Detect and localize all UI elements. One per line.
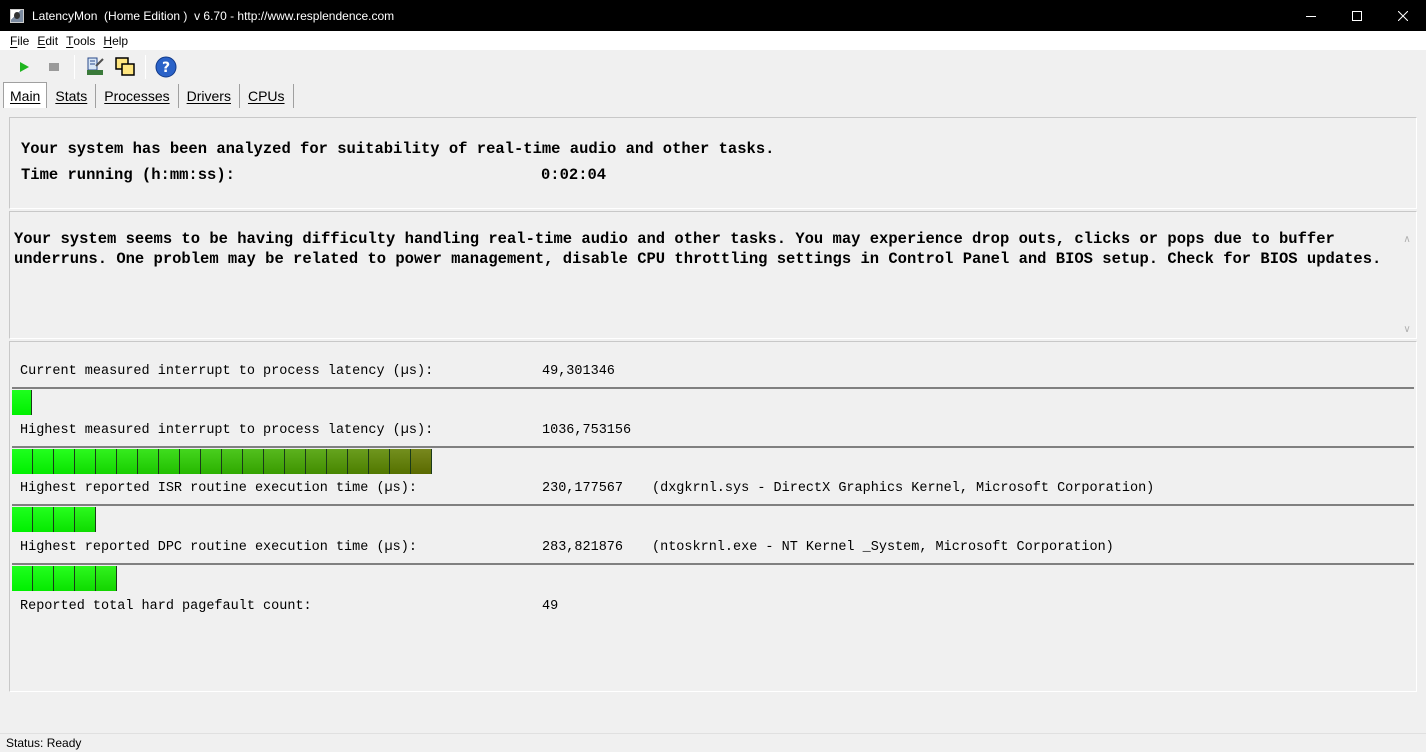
bar-segment: [12, 449, 33, 474]
bar-segment: [33, 566, 54, 591]
bar-segment: [159, 449, 180, 474]
dpc-time-label: Highest reported DPC routine execution t…: [20, 540, 417, 555]
bar-segment: [285, 449, 306, 474]
tab-main[interactable]: Main: [3, 82, 48, 108]
close-icon[interactable]: [1380, 0, 1426, 31]
menu-bar: File Edit Tools Help: [0, 31, 1426, 51]
window-title: LatencyMon (Home Edition ) v 6.70 - http…: [32, 8, 395, 23]
bar-segment: [306, 449, 327, 474]
toolbar-separator: [74, 55, 75, 79]
bar-segment: [54, 507, 75, 532]
help-icon[interactable]: ?: [154, 55, 178, 79]
stats-panel: Current measured interrupt to process la…: [9, 341, 1417, 692]
menu-edit-rest: dit: [45, 33, 59, 48]
bar-segment: [201, 449, 222, 474]
bar-fill: [12, 507, 96, 532]
scroll-up-icon[interactable]: ∧: [1401, 234, 1413, 245]
current-latency-value: 49,301346: [542, 364, 615, 379]
menu-tools-key: T: [66, 33, 74, 48]
bar-segment: [222, 449, 243, 474]
minimize-icon[interactable]: [1288, 0, 1334, 31]
bar-segment: [75, 566, 96, 591]
isr-time-value: 230,177567: [542, 481, 624, 496]
bar-segment: [96, 449, 117, 474]
driver-icon[interactable]: [83, 55, 107, 79]
summary-panel: Your system has been analyzed for suitab…: [9, 117, 1417, 209]
menu-file[interactable]: File: [6, 34, 33, 48]
bar-segment: [117, 449, 138, 474]
dpc-driver: (ntoskrnl.exe - NT Kernel _System, Micro…: [652, 540, 1114, 555]
bar-segment: [243, 449, 264, 474]
pagefault-value: 49: [542, 599, 559, 614]
bar-segment: [411, 449, 432, 474]
window-controls: [1288, 0, 1426, 31]
status-text: Status: Ready: [6, 736, 82, 750]
tab-cpus[interactable]: CPUs: [240, 84, 294, 108]
bar-segment: [75, 507, 96, 532]
menu-tools[interactable]: Tools: [62, 34, 99, 48]
stop-icon[interactable]: [42, 55, 66, 79]
tab-stats[interactable]: Stats: [47, 84, 97, 108]
bar-fill: [12, 390, 32, 415]
current-latency-bar: [12, 387, 1414, 415]
menu-tools-rest: ools: [73, 33, 96, 48]
bar-segment: [33, 507, 54, 532]
menu-help-key: H: [103, 33, 113, 48]
menu-help[interactable]: Help: [99, 34, 132, 48]
analysis-line: Your system has been analyzed for suitab…: [21, 140, 775, 158]
bar-segment: [180, 449, 201, 474]
conclusion-panel: Your system seems to be having difficult…: [9, 211, 1417, 339]
svg-text:?: ?: [162, 60, 170, 76]
tab-bar: Main Stats Processes Drivers CPUs: [3, 82, 294, 108]
bar-segment: [327, 449, 348, 474]
bar-segment: [75, 449, 96, 474]
menu-edit[interactable]: Edit: [33, 34, 62, 48]
isr-driver: (dxgkrnl.sys - DirectX Graphics Kernel, …: [652, 481, 1155, 496]
bar-segment: [369, 449, 390, 474]
conclusion-text: Your system seems to be having difficult…: [14, 230, 1382, 268]
toolbar: ?: [0, 52, 1426, 82]
isr-time-label: Highest reported ISR routine execution t…: [20, 481, 417, 496]
status-bar: Status: Ready: [0, 733, 1426, 752]
menu-help-rest: elp: [112, 33, 129, 48]
scroll-down-icon[interactable]: ∨: [1401, 324, 1413, 335]
cpu-windows-icon[interactable]: [113, 55, 137, 79]
bar-segment: [54, 566, 75, 591]
tab-processes[interactable]: Processes: [96, 84, 179, 108]
time-running-label: Time running (h:mm:ss):: [21, 166, 235, 184]
tab-drivers[interactable]: Drivers: [179, 84, 240, 108]
pagefault-label: Reported total hard pagefault count:: [20, 599, 312, 614]
title-bar: LatencyMon (Home Edition ) v 6.70 - http…: [0, 0, 1426, 31]
bar-segment: [138, 449, 159, 474]
play-icon[interactable]: [12, 55, 36, 79]
bar-segment: [12, 507, 33, 532]
highest-latency-value: 1036,753156: [542, 423, 632, 438]
highest-latency-bar: [12, 446, 1414, 474]
toolbar-separator: [145, 55, 146, 79]
bar-segment: [390, 449, 411, 474]
menu-edit-key: E: [37, 33, 46, 48]
isr-time-bar: [12, 504, 1414, 532]
bar-fill: [12, 566, 117, 591]
bar-segment: [12, 390, 32, 415]
current-latency-label: Current measured interrupt to process la…: [20, 364, 434, 379]
bar-segment: [12, 566, 33, 591]
menu-file-key: F: [10, 33, 18, 48]
bar-segment: [54, 449, 75, 474]
bar-segment: [96, 566, 117, 591]
dpc-time-value: 283,821876: [542, 540, 624, 555]
app-icon[interactable]: [10, 8, 24, 23]
highest-latency-label: Highest measured interrupt to process la…: [20, 423, 434, 438]
bar-segment: [264, 449, 285, 474]
maximize-icon[interactable]: [1334, 0, 1380, 31]
bar-segment: [33, 449, 54, 474]
bar-segment: [348, 449, 369, 474]
bar-fill: [12, 449, 432, 474]
dpc-time-bar: [12, 563, 1414, 591]
time-running-value: 0:02:04: [541, 166, 607, 184]
menu-file-rest: ile: [17, 33, 30, 48]
